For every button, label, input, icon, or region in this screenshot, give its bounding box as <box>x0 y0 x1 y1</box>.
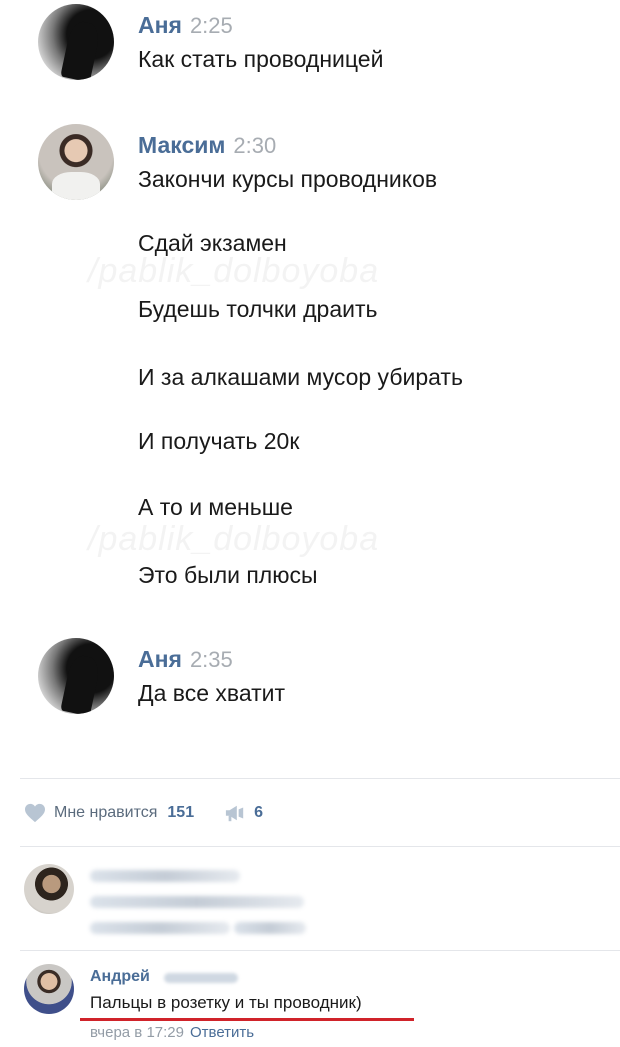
comment: Андрей Пальцы в розетку и ты проводник) … <box>24 964 604 1044</box>
comment-meta: вчера в 17:29 Ответить <box>90 1024 254 1041</box>
like-count: 151 <box>167 804 195 821</box>
post-actions: Мне нравится 151 6 <box>24 800 263 826</box>
message-text: Закончи курсы проводников <box>138 166 438 192</box>
chat-message: Максим 2:30 Закончи курсы проводников Сда… <box>38 124 598 594</box>
share-count: 6 <box>254 804 263 821</box>
comment-date[interactable]: вчера в 17:29 <box>90 1024 184 1041</box>
message-time: 2:35 <box>189 647 233 672</box>
comment-redacted <box>24 864 604 934</box>
avatar <box>38 638 114 714</box>
avatar[interactable] <box>24 964 74 1014</box>
message-author: Аня <box>138 12 182 38</box>
divider <box>20 778 620 779</box>
message-text: Это были плюсы <box>138 562 318 588</box>
chat-message: Аня 2:35 Да все хватит <box>38 638 598 718</box>
avatar <box>24 864 74 914</box>
reply-link[interactable]: Ответить <box>190 1024 254 1041</box>
avatar <box>38 124 114 200</box>
message-text: И за алкашами мусор убирать <box>138 364 463 390</box>
redacted-text <box>90 870 240 882</box>
message-time: 2:30 <box>233 133 277 158</box>
avatar <box>38 4 114 80</box>
megaphone-icon[interactable] <box>224 803 246 823</box>
redacted-text <box>90 922 230 934</box>
message-header: Аня 2:35 <box>138 646 233 673</box>
comment-author[interactable]: Андрей <box>90 968 150 986</box>
divider <box>20 846 620 847</box>
message-text: Да все хватит <box>138 680 286 706</box>
message-text: Будешь толчки драить <box>138 296 378 322</box>
message-text: А то и меньше <box>138 494 293 520</box>
message-header: Аня 2:25 <box>138 12 233 39</box>
heart-icon[interactable] <box>24 803 46 823</box>
message-text: Сдай экзамен <box>138 230 287 256</box>
message-time: 2:25 <box>189 13 233 38</box>
like-button[interactable]: Мне нравится <box>54 804 157 822</box>
message-text: Как стать проводницей <box>138 46 384 72</box>
message-header: Максим 2:30 <box>138 132 276 159</box>
redacted-text <box>90 896 304 908</box>
chat-screenshot: /pablik_dolboyoba /pablik_dolboyoba Аня 2… <box>0 0 620 760</box>
comment-text: Пальцы в розетку и ты проводник) <box>90 993 362 1012</box>
divider <box>20 950 620 951</box>
message-author: Максим <box>138 132 226 158</box>
redacted-surname <box>164 973 238 983</box>
chat-message: Аня 2:25 Как стать проводницей <box>38 4 598 84</box>
message-author: Аня <box>138 646 182 672</box>
red-underline <box>80 1018 414 1021</box>
redacted-text <box>234 922 306 934</box>
message-text: И получать 20к <box>138 428 300 454</box>
